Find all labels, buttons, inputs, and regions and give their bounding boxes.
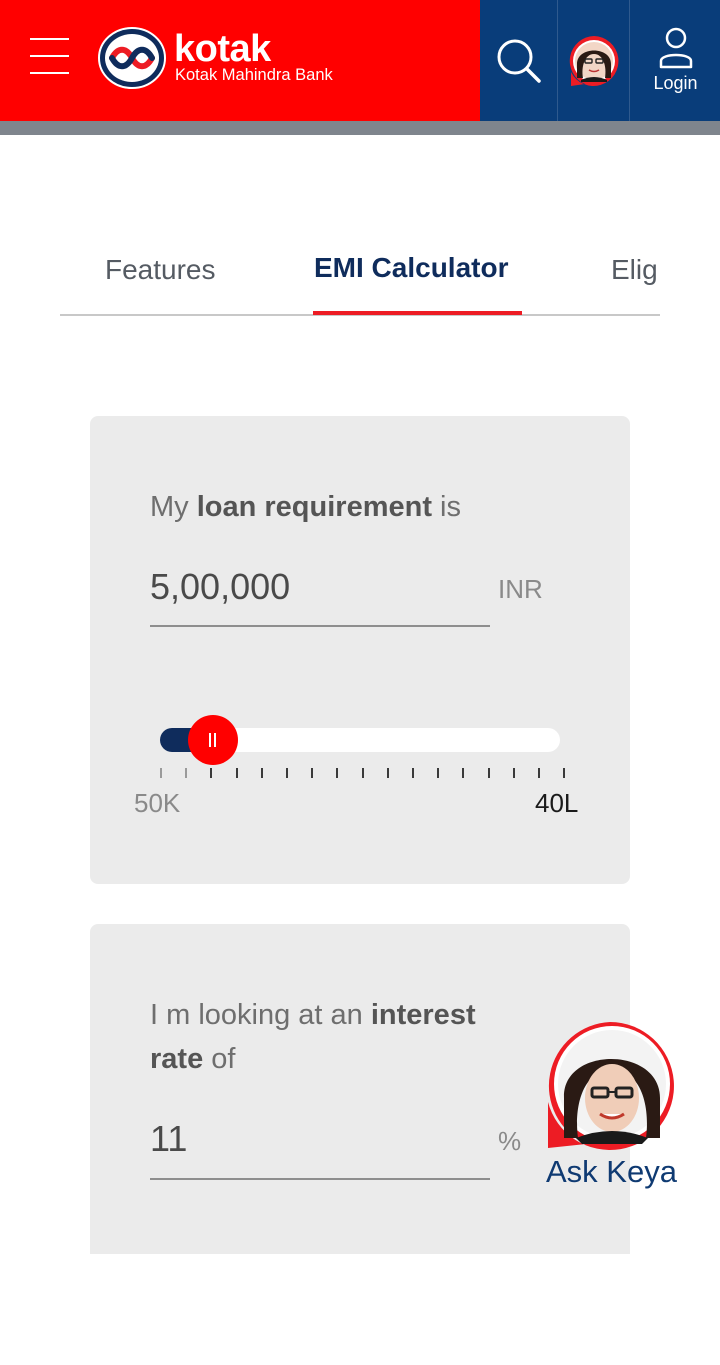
loan-requirement-label: My loan requirement is bbox=[150, 485, 461, 529]
tab-bar: Features EMI Calculator Elig bbox=[60, 240, 660, 316]
loan-amount-unit: INR bbox=[498, 574, 543, 604]
slider-tick bbox=[236, 768, 238, 778]
search-button[interactable] bbox=[480, 0, 557, 121]
top-header: kotak Kotak Mahindra Bank Login bbox=[0, 0, 720, 121]
kotak-logo[interactable]: kotak Kotak Mahindra Bank bbox=[98, 27, 358, 89]
slider-tick bbox=[311, 768, 313, 778]
slider-tick bbox=[437, 768, 439, 778]
label-bold: loan requirement bbox=[196, 491, 432, 523]
slider-tick bbox=[412, 768, 414, 778]
login-button[interactable]: Login bbox=[631, 0, 720, 121]
tab-eligibility[interactable]: Elig bbox=[611, 254, 658, 286]
user-icon bbox=[659, 27, 692, 69]
tab-emi-calculator[interactable]: EMI Calculator bbox=[314, 252, 508, 284]
ask-keya-label: Ask Keya bbox=[546, 1154, 677, 1189]
slider-tick bbox=[513, 768, 515, 778]
interest-rate-underline bbox=[150, 1178, 490, 1180]
loan-amount-input[interactable]: 5,00,000 bbox=[150, 566, 290, 608]
slider-tick bbox=[185, 768, 187, 778]
loan-requirement-card: My loan requirement is 5,00,000 INR 50K … bbox=[90, 416, 630, 884]
brand-name: kotak bbox=[174, 28, 271, 70]
divider bbox=[629, 0, 630, 121]
loan-amount-underline bbox=[150, 625, 490, 627]
label-suffix: of bbox=[203, 1043, 236, 1075]
slider-tick bbox=[462, 768, 464, 778]
interest-rate-input[interactable]: 11 bbox=[150, 1118, 187, 1160]
slider-tick bbox=[362, 768, 364, 778]
slider-tick bbox=[160, 768, 162, 778]
interest-rate-label: I m looking at an interest rate of bbox=[150, 993, 530, 1081]
slider-max-label: 40L bbox=[535, 788, 579, 818]
loan-slider-handle[interactable] bbox=[188, 715, 238, 765]
sub-header-bar bbox=[0, 121, 720, 135]
slider-tick bbox=[210, 768, 212, 778]
login-label: Login bbox=[653, 73, 698, 93]
slider-tick bbox=[336, 768, 338, 778]
label-prefix: My bbox=[150, 491, 197, 523]
slider-min-label: 50K bbox=[134, 788, 181, 818]
slider-tick bbox=[286, 768, 288, 778]
active-tab-indicator bbox=[313, 311, 522, 315]
slider-tick bbox=[261, 768, 263, 778]
ask-keya-button[interactable]: Ask Keya bbox=[536, 1016, 686, 1196]
kotak-logo-icon bbox=[98, 27, 166, 89]
search-icon bbox=[497, 39, 541, 83]
slider-tick bbox=[538, 768, 540, 778]
brand-subtitle: Kotak Mahindra Bank bbox=[175, 66, 333, 84]
keya-header-button[interactable] bbox=[558, 0, 629, 121]
header-actions: Login bbox=[480, 0, 720, 121]
slider-tick bbox=[387, 768, 389, 778]
keya-avatar-icon bbox=[548, 1022, 674, 1150]
slider-tick bbox=[488, 768, 490, 778]
tab-features[interactable]: Features bbox=[105, 254, 216, 286]
keya-avatar-icon bbox=[569, 35, 618, 86]
slider-tick bbox=[563, 768, 565, 778]
hamburger-menu-icon[interactable] bbox=[30, 36, 70, 76]
interest-rate-unit: % bbox=[498, 1126, 522, 1156]
label-prefix: I m looking at an bbox=[150, 999, 371, 1031]
label-suffix: is bbox=[432, 491, 461, 523]
